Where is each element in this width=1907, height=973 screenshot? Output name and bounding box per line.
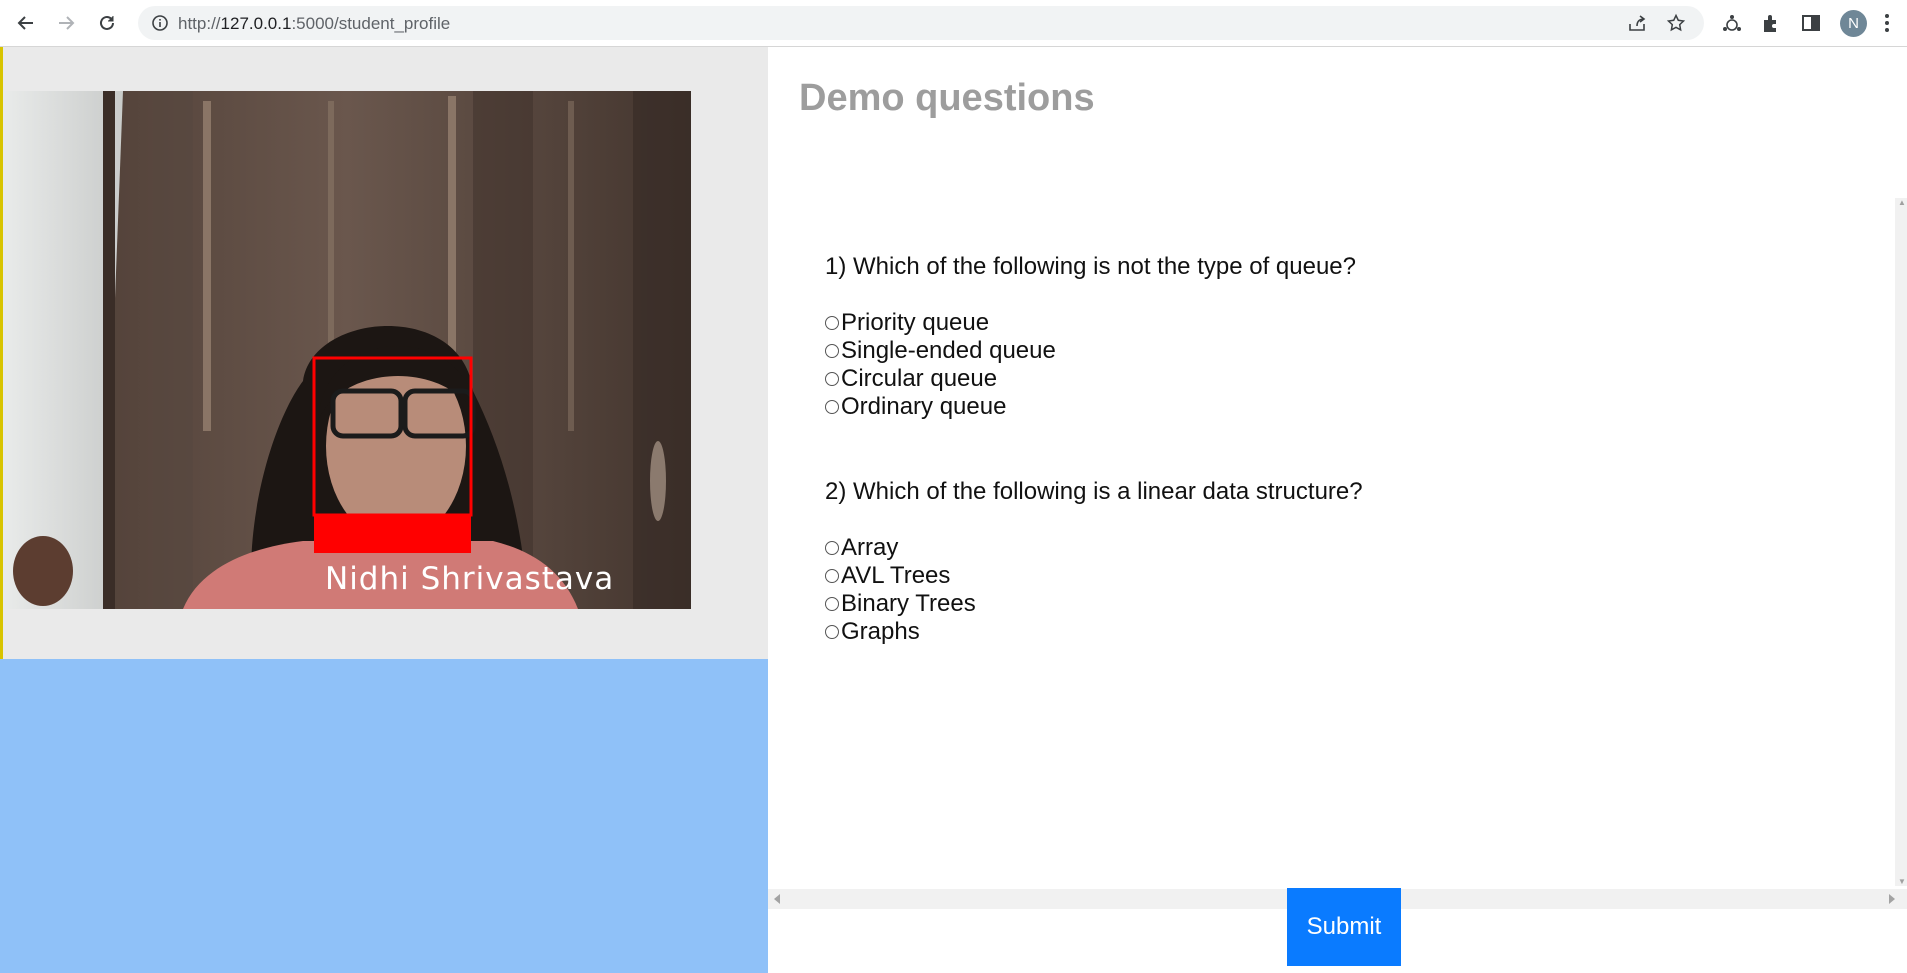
question-1: 1) Which of the following is not the typ… — [825, 253, 1356, 421]
scroll-up-icon[interactable]: ▲ — [1898, 198, 1906, 207]
bookmark-star-icon[interactable] — [1666, 13, 1686, 33]
radio-button[interactable] — [825, 597, 839, 611]
option-avl-trees[interactable]: AVL Trees — [825, 562, 1363, 590]
option-graphs[interactable]: Graphs — [825, 618, 1363, 646]
detected-face-label: Nidhi Shrivastava — [325, 561, 615, 597]
option-priority-queue[interactable]: Priority queue — [825, 309, 1356, 337]
option-circular-queue[interactable]: Circular queue — [825, 365, 1356, 393]
reload-icon — [100, 15, 114, 30]
radio-button[interactable] — [825, 400, 839, 414]
option-binary-trees[interactable]: Binary Trees — [825, 590, 1363, 618]
radio-button[interactable] — [825, 372, 839, 386]
forward-arrow-icon — [59, 16, 75, 30]
info-panel — [0, 659, 768, 973]
question-2: 2) Which of the following is a linear da… — [825, 478, 1363, 646]
back-button[interactable] — [12, 9, 40, 37]
vertical-scrollbar[interactable]: ▲ ▼ — [1895, 198, 1907, 886]
page-title: Demo questions — [799, 77, 1095, 119]
radio-button[interactable] — [825, 569, 839, 583]
share-icon[interactable] — [1627, 13, 1647, 33]
question-text: 2) Which of the following is a linear da… — [825, 478, 1363, 505]
extensions-puzzle-icon[interactable] — [1760, 12, 1782, 34]
site-info-icon[interactable] — [150, 13, 170, 33]
questions-frame: ▲ ▼ 1) Which of the following is not the… — [768, 151, 1907, 886]
url-text: http://127.0.0.1:5000/student_profile — [178, 14, 451, 33]
address-bar[interactable]: http://127.0.0.1:5000/student_profile — [138, 6, 1704, 40]
forward-button[interactable] — [52, 9, 80, 37]
option-array[interactable]: Array — [825, 534, 1363, 562]
option-ordinary-queue[interactable]: Ordinary queue — [825, 393, 1356, 421]
profile-avatar[interactable]: N — [1840, 10, 1867, 37]
radio-button[interactable] — [825, 625, 839, 639]
chrome-labs-icon[interactable] — [1721, 12, 1743, 34]
scroll-left-icon[interactable] — [774, 894, 780, 904]
side-panel-icon[interactable] — [1800, 12, 1822, 34]
back-arrow-icon — [17, 16, 33, 30]
scroll-down-icon[interactable]: ▼ — [1898, 877, 1906, 886]
webcam-feed: Nidhi Shrivastava — [3, 91, 691, 609]
avatar-initial: N — [1848, 15, 1859, 32]
radio-button[interactable] — [825, 541, 839, 555]
submit-button[interactable]: Submit — [1287, 888, 1401, 966]
more-menu-icon[interactable] — [1884, 13, 1890, 33]
option-single-ended-queue[interactable]: Single-ended queue — [825, 337, 1356, 365]
question-text: 1) Which of the following is not the typ… — [825, 253, 1356, 280]
scroll-right-icon[interactable] — [1889, 894, 1895, 904]
quiz-panel: Demo questions ▲ ▼ 1) Which of the follo… — [768, 47, 1907, 973]
radio-button[interactable] — [825, 316, 839, 330]
webcam-image — [3, 91, 691, 609]
browser-toolbar: http://127.0.0.1:5000/student_profile N — [0, 0, 1907, 47]
radio-button[interactable] — [825, 344, 839, 358]
reload-button[interactable] — [93, 9, 121, 37]
